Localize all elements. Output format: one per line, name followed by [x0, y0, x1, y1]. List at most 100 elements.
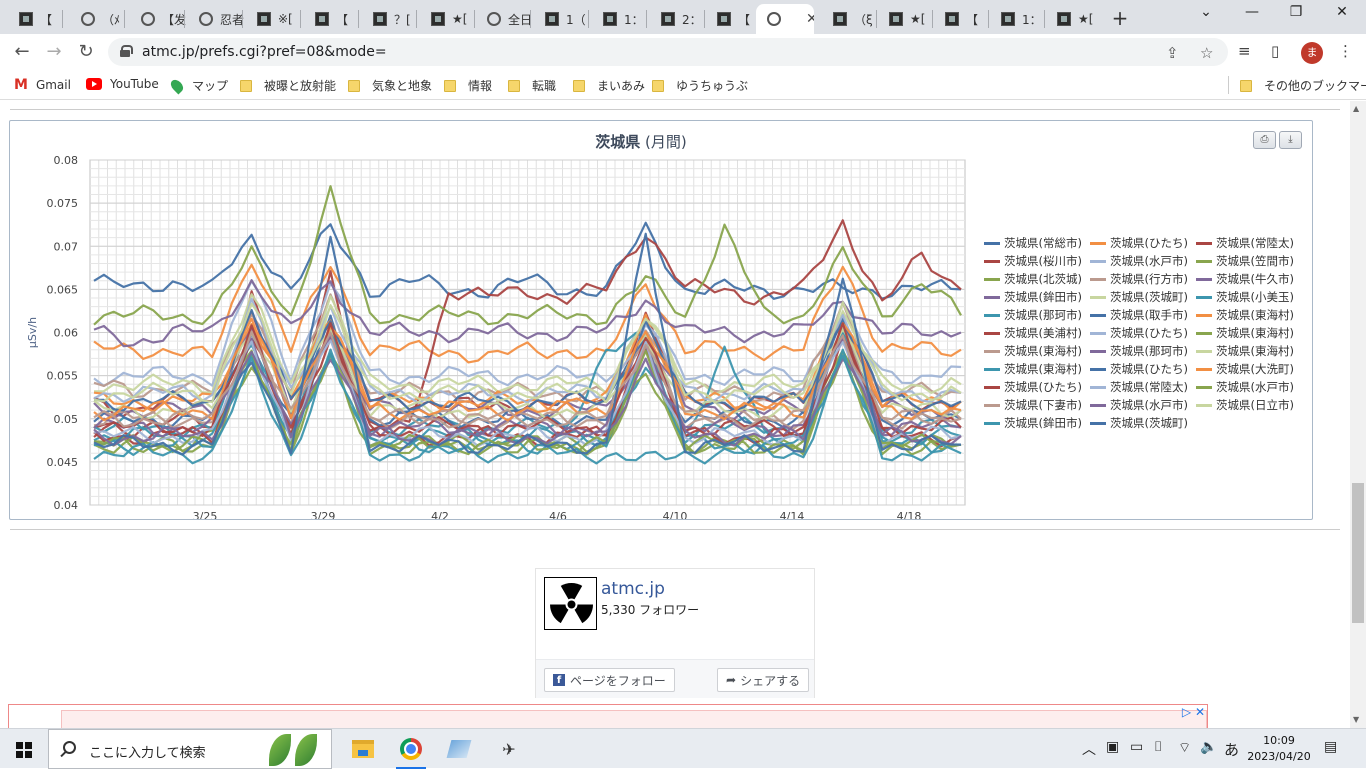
tray-battery-icon[interactable]: ▭	[1130, 739, 1143, 755]
ad-banner[interactable]: ▷ ✕	[8, 704, 1208, 728]
side-panel-icon[interactable]: ▯	[1271, 42, 1279, 60]
legend-item[interactable]: 茨城県(東海村)	[1196, 343, 1294, 359]
browser-tab[interactable]: 全日	[476, 4, 532, 34]
legend-item[interactable]: 茨城県(常陸太)	[1196, 235, 1294, 251]
bookmark-folder-kishou[interactable]: 気象と地象	[348, 77, 432, 94]
legend-item[interactable]: 茨城県(大洗町)	[1196, 361, 1294, 377]
taskbar-search[interactable]: ここに入力して検索	[48, 729, 332, 769]
tab-active[interactable]: ✕	[756, 4, 814, 34]
legend-item[interactable]: 茨城県(鉾田市)	[984, 289, 1082, 305]
legend-item[interactable]: 茨城県(行方市)	[1090, 271, 1188, 287]
tab-search-icon[interactable]: ⌄	[1184, 4, 1228, 20]
browser-tab[interactable]: ★[	[1046, 4, 1102, 34]
radiation-logo[interactable]	[544, 577, 597, 630]
bookmark-folder-tenshoku[interactable]: 転職	[508, 77, 556, 94]
legend-item[interactable]: 茨城県(那珂市)	[984, 307, 1082, 323]
scroll-down-arrow[interactable]: ▼	[1353, 715, 1359, 724]
legend-item[interactable]: 茨城県(ひたち)	[1090, 361, 1188, 377]
ad-choices-icon[interactable]: ▷ ✕	[1182, 705, 1205, 719]
legend-item[interactable]: 茨城県(東海村)	[984, 361, 1082, 377]
bookmark-gmail[interactable]: M Gmail	[14, 77, 71, 93]
bookmark-folder-jouhou[interactable]: 情報	[444, 77, 492, 94]
legend-item[interactable]: 茨城県(水戸市)	[1090, 253, 1188, 269]
browser-tab[interactable]: （ξ	[822, 4, 878, 34]
minimize-button[interactable]: —	[1230, 4, 1274, 20]
share-icon[interactable]: ⇪	[1166, 44, 1179, 62]
browser-tab[interactable]: 忍者	[188, 4, 244, 34]
menu-icon[interactable]: ⋮	[1338, 42, 1353, 60]
start-button[interactable]	[16, 742, 32, 758]
page-name-link[interactable]: atmc.jp	[601, 579, 665, 599]
taskbar-airplane-app[interactable]: ✈	[486, 729, 532, 769]
legend-item[interactable]: 茨城県(北茨城)	[984, 271, 1082, 287]
scroll-thumb[interactable]	[1352, 483, 1364, 623]
legend-item[interactable]: 茨城県(小美玉)	[1196, 289, 1294, 305]
browser-tab[interactable]: （ﾒ	[70, 4, 126, 34]
browser-tab[interactable]: 【	[8, 4, 64, 34]
browser-tab[interactable]: 1（	[534, 4, 590, 34]
legend-item[interactable]: 茨城県(水戸市)	[1090, 397, 1188, 413]
notification-icon[interactable]: ▤	[1324, 739, 1337, 755]
maximize-button[interactable]: ❐	[1274, 4, 1318, 20]
browser-tab[interactable]: 【	[304, 4, 360, 34]
legend-item[interactable]: 茨城県(ひたち)	[1090, 235, 1188, 251]
share-button[interactable]: ➦ シェアする	[717, 668, 810, 692]
bookmark-other[interactable]: その他のブックマーク	[1240, 77, 1366, 94]
legend-item[interactable]: 茨城県(東海村)	[1196, 325, 1294, 341]
legend-item[interactable]: 茨城県(常総市)	[984, 235, 1082, 251]
lock-icon[interactable]	[120, 45, 133, 57]
close-window-button[interactable]: ✕	[1320, 4, 1364, 20]
legend-item[interactable]: 茨城県(茨城町)	[1090, 289, 1188, 305]
bookmark-folder-hibaku[interactable]: 被曝と放射能	[240, 77, 336, 94]
new-tab-button[interactable]: +	[1110, 6, 1130, 30]
tray-chevron-icon[interactable]: ︿	[1082, 739, 1096, 759]
bookmark-folder-youtube[interactable]: ゆうちゅうぶ	[652, 77, 748, 94]
browser-tab[interactable]: 【	[934, 4, 990, 34]
taskbar-file-explorer[interactable]	[340, 729, 386, 769]
ad-close-icon[interactable]: ✕	[1195, 705, 1205, 719]
bookmark-folder-maiami[interactable]: まいあみ	[573, 77, 645, 94]
legend-item[interactable]: 茨城県(日立市)	[1196, 397, 1294, 413]
browser-tab[interactable]: ※[	[246, 4, 302, 34]
legend-item[interactable]: 茨城県(美浦村)	[984, 325, 1082, 341]
legend-item[interactable]: 茨城県(笠間市)	[1196, 253, 1294, 269]
browser-tab[interactable]: 1：	[990, 4, 1046, 34]
legend-item[interactable]: 茨城県(ひたち)	[984, 379, 1082, 395]
profile-avatar[interactable]: ま	[1301, 42, 1323, 64]
close-tab-icon[interactable]: ✕	[806, 11, 814, 27]
browser-tab[interactable]: 1：	[592, 4, 648, 34]
legend-item[interactable]: 茨城県(東海村)	[984, 343, 1082, 359]
url-text[interactable]: atmc.jp/prefs.cgi?pref=08&mode=	[142, 44, 387, 60]
legend-item[interactable]: 茨城県(鉾田市)	[984, 415, 1082, 431]
legend-item[interactable]: 茨城県(水戸市)	[1196, 379, 1294, 395]
browser-tab[interactable]: 【发	[130, 4, 186, 34]
ad-content[interactable]	[61, 710, 1207, 728]
page-scrollbar[interactable]: ▲ ▼	[1350, 101, 1366, 728]
legend-item[interactable]: 茨城県(ひたち)	[1090, 325, 1188, 341]
tray-wifi-icon[interactable]: ⌔	[1178, 739, 1191, 757]
taskbar-clock[interactable]: 10:09 2023/04/20	[1244, 733, 1314, 765]
browser-tab[interactable]: 【	[706, 4, 762, 34]
tray-network-icon[interactable]: ⌷	[1154, 739, 1162, 755]
tray-volume-icon[interactable]: 🔈	[1200, 739, 1217, 755]
legend-item[interactable]: 茨城県(下妻市)	[984, 397, 1082, 413]
taskbar-chrome[interactable]	[388, 729, 434, 769]
browser-tab[interactable]: 2：	[650, 4, 706, 34]
bookmark-maps[interactable]: マップ	[168, 77, 228, 94]
follow-page-button[interactable]: f ページをフォロー	[544, 668, 675, 692]
reading-list-icon[interactable]: ≡	[1238, 42, 1251, 60]
legend-item[interactable]: 茨城県(牛久市)	[1196, 271, 1294, 287]
bookmark-youtube[interactable]: YouTube	[86, 77, 159, 91]
tray-video-icon[interactable]: ▣	[1106, 739, 1119, 755]
legend-item[interactable]: 茨城県(茨城町)	[1090, 415, 1188, 431]
address-bar[interactable]: atmc.jp/prefs.cgi?pref=08&mode= ⇪ ☆	[108, 38, 1228, 66]
legend-item[interactable]: 茨城県(桜川市)	[984, 253, 1082, 269]
legend-item[interactable]: 茨城県(那珂市)	[1090, 343, 1188, 359]
reload-button[interactable]: ↻	[74, 40, 98, 64]
legend-item[interactable]: 茨城県(常陸太)	[1090, 379, 1188, 395]
bookmark-star-icon[interactable]: ☆	[1200, 44, 1213, 62]
taskbar-notepad[interactable]	[436, 729, 482, 769]
browser-tab[interactable]: ★[	[420, 4, 476, 34]
ime-indicator[interactable]: あ	[1224, 739, 1239, 760]
legend-item[interactable]: 茨城県(取手市)	[1090, 307, 1188, 323]
